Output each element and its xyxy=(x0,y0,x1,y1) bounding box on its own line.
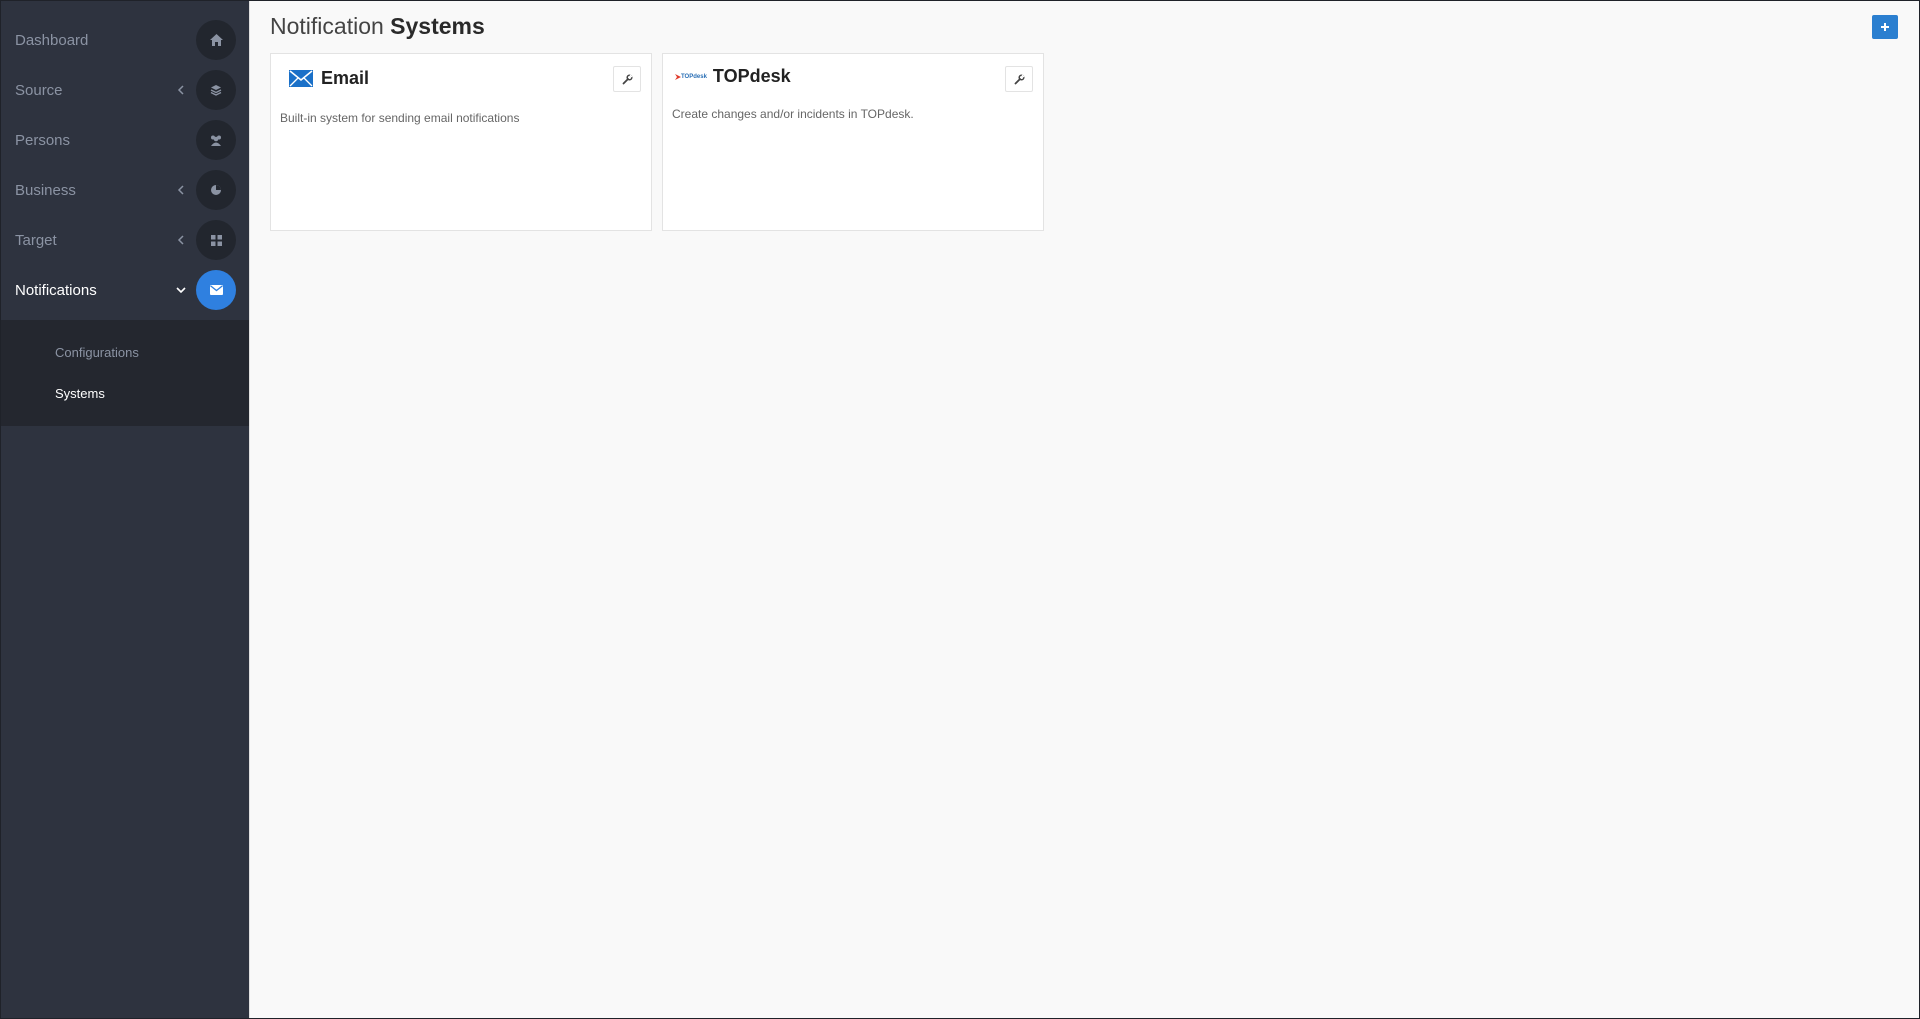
sidebar-item-target[interactable]: Target xyxy=(0,215,249,265)
card-header: TOPdesk TOPdesk xyxy=(675,66,791,87)
card-header: Email xyxy=(289,68,369,89)
sidebar-item-dashboard[interactable]: Dashboard xyxy=(0,15,249,65)
plus-icon xyxy=(1881,23,1889,31)
system-card-email: Email Built-in system for sending email … xyxy=(270,53,652,231)
pie-chart-icon xyxy=(196,170,236,210)
page-title: Notification Systems xyxy=(270,13,485,40)
page-title-light: Notification xyxy=(270,13,384,39)
submenu-item-systems[interactable]: Systems xyxy=(0,373,249,414)
sidebar-item-notifications[interactable]: Notifications xyxy=(0,265,249,315)
page-title-bold: Systems xyxy=(390,13,485,39)
chevron-left-icon xyxy=(174,83,188,97)
sidebar-item-label: Persons xyxy=(15,131,71,149)
card-title: TOPdesk xyxy=(712,66,791,86)
sidebar-item-label: Source xyxy=(15,81,63,99)
sidebar-item-label: Business xyxy=(15,181,76,199)
sidebar-item-label: Dashboard xyxy=(15,31,89,49)
grid-icon xyxy=(196,220,236,260)
sidebar-item-business[interactable]: Business xyxy=(0,165,249,215)
envelope-icon xyxy=(289,70,313,87)
sidebar: Dashboard Source Persons Business Target xyxy=(0,0,250,1019)
chevron-down-icon xyxy=(174,283,188,297)
card-description: Create changes and/or incidents in TOPde… xyxy=(672,107,914,121)
notifications-submenu: Configurations Systems xyxy=(0,320,249,426)
envelope-icon xyxy=(196,270,236,310)
layers-icon xyxy=(196,70,236,110)
sidebar-item-source[interactable]: Source xyxy=(0,65,249,115)
system-card-topdesk: TOPdesk TOPdesk Create changes and/or in… xyxy=(662,53,1044,231)
wrench-icon xyxy=(1014,73,1025,84)
add-system-button[interactable] xyxy=(1872,15,1898,39)
users-icon xyxy=(196,120,236,160)
sidebar-item-persons[interactable]: Persons xyxy=(0,115,249,165)
card-title: Email xyxy=(321,68,370,88)
configure-button[interactable] xyxy=(613,66,641,92)
chevron-left-icon xyxy=(174,183,188,197)
wrench-icon xyxy=(622,73,633,84)
sidebar-item-label: Notifications xyxy=(15,281,97,299)
topdesk-logo-text: TOPdesk xyxy=(681,73,707,80)
submenu-item-configurations[interactable]: Configurations xyxy=(0,332,249,373)
configure-button[interactable] xyxy=(1005,66,1033,92)
chevron-left-icon xyxy=(174,233,188,247)
main-content: Notification Systems Email Built-in syst… xyxy=(250,0,1920,1019)
card-description: Built-in system for sending email notifi… xyxy=(280,111,520,125)
home-icon xyxy=(196,20,236,60)
sidebar-item-label: Target xyxy=(15,231,57,249)
topdesk-logo-icon: TOPdesk xyxy=(675,73,707,80)
